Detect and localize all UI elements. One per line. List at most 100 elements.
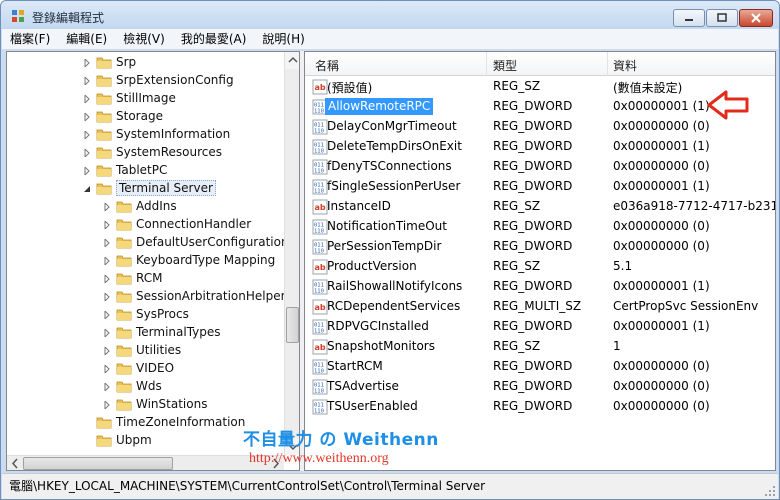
tree-item[interactable]: Srp [7,54,284,72]
tree-item[interactable]: Wds [7,378,284,396]
tree-item[interactable]: SystemResources [7,144,284,162]
value-name: DelayConMgrTimeout [327,119,457,133]
menu-help[interactable]: 說明(H) [254,30,312,49]
menu-favorites[interactable]: 我的最愛(A) [173,30,255,49]
tree-item[interactable]: VIDEO [7,360,284,378]
tree-item[interactable]: Storage [7,108,284,126]
tree-item[interactable]: RCM [7,270,284,288]
value-data: 0x00000000 (0) [613,219,710,233]
tree-expand-icon[interactable] [83,113,91,121]
value-name: RDPVGCInstalled [327,319,429,333]
tree-item-label: KeyboardType Mapping [136,253,276,267]
string-value-icon: ab [312,259,328,275]
tree-expand-icon[interactable] [103,221,111,229]
resize-grip-icon[interactable] [764,485,776,497]
scroll-up-button[interactable] [285,52,299,69]
tree-expand-icon[interactable] [83,59,91,67]
value-name: AllowRemoteRPC [325,98,434,115]
svg-text:ab: ab [315,203,326,212]
tree-item-label: Storage [116,109,163,123]
tree-expand-icon[interactable] [103,203,111,211]
value-row[interactable]: 011 110 fDenyTSConnections REG_DWORD 0x00000… [305,157,775,177]
tree-item[interactable]: SrpExtensionConfig [7,72,284,90]
menu-view[interactable]: 檢視(V) [115,30,173,49]
watermark-title: 不自量力 の Weithenn [243,430,439,450]
column-header-type[interactable]: 類型 [493,57,517,74]
folder-icon [116,363,132,375]
menu-bar: 檔案(F) 編輯(E) 檢視(V) 我的最愛(A) 說明(H) [2,29,778,50]
value-data: 0x00000001 (1) [613,179,710,193]
maximize-button[interactable] [706,9,738,27]
column-divider[interactable] [607,52,608,76]
tree-expand-icon[interactable] [103,383,111,391]
scroll-left-icon[interactable] [7,456,23,471]
tree-item[interactable]: AddIns [7,198,284,216]
menu-file[interactable]: 檔案(F) [2,30,58,49]
value-row[interactable]: ab RCDependentServices REG_MULTI_SZ CertPro… [305,297,775,317]
tree-expand-icon[interactable] [103,347,111,355]
tree-expand-icon[interactable] [103,257,111,265]
tree-item[interactable]: StillImage [7,90,284,108]
value-row[interactable]: 011 110 DeleteTempDirsOnExit REG_DWORD 0x000… [305,137,775,157]
tree-expand-icon[interactable] [103,293,111,301]
value-data: 0x00000001 (1) [613,279,710,293]
value-row[interactable]: ab InstanceID REG_SZ e036a918-7712-4717-b23… [305,197,775,217]
tree-vertical-scroll-thumb[interactable] [286,307,299,343]
tree-item[interactable]: SystemInformation [7,126,284,144]
tree-expand-icon[interactable] [83,149,91,157]
column-header-name[interactable]: 名稱 [315,57,339,74]
tree-expand-icon[interactable] [83,167,91,175]
tree-item[interactable]: TabletPC [7,162,284,180]
tree-expand-icon[interactable] [103,311,111,319]
value-row[interactable]: 011 110 TSUserEnabled REG_DWORD 0x00000000 (… [305,397,775,417]
tree-item[interactable]: DefaultUserConfiguration [7,234,289,252]
value-row[interactable]: 011 110 NotificationTimeOut REG_DWORD 0x0000… [305,217,775,237]
title-bar[interactable]: 登錄編輯程式 [1,1,779,29]
tree-collapse-icon[interactable] [83,185,91,193]
tree-item[interactable]: SessionArbitrationHelper [7,288,286,306]
tree-horizontal-scroll-thumb[interactable] [23,457,173,470]
tree-expand-icon[interactable] [103,329,111,337]
value-row[interactable]: 011 110 RailShowallNotifyIcons REG_DWORD 0x0… [305,277,775,297]
tree-expand-icon[interactable] [83,77,91,85]
binary-value-icon: 011110 [312,219,328,235]
value-row[interactable]: 011 110 StartRCM REG_DWORD 0x00000000 (0) [305,357,775,377]
folder-icon [96,111,112,123]
value-row[interactable]: ab ProductVersion REG_SZ 5.1 [305,257,775,277]
value-row[interactable]: 011 110 RDPVGCInstalled REG_DWORD 0x00000001… [305,317,775,337]
tree-item-label: SystemResources [116,145,223,159]
column-divider[interactable] [486,52,487,76]
value-data: (數值未設定) [613,81,683,95]
value-row[interactable]: 011 110 PerSessionTempDir REG_DWORD 0x000000… [305,237,775,257]
tree-expand-icon[interactable] [103,239,111,247]
tree-item[interactable]: ConnectionHandler [7,216,284,234]
tree-item[interactable]: Utilities [7,342,284,360]
tree-expand-icon[interactable] [103,275,111,283]
tree-vertical-scrollbar[interactable] [284,52,299,455]
value-data: 1 [613,339,621,353]
tree-item-label: SrpExtensionConfig [116,73,234,87]
menu-edit[interactable]: 編輯(E) [58,30,115,49]
tree-horizontal-scrollbar[interactable] [7,455,284,471]
value-name: (預設值) [327,81,373,95]
tree-item[interactable]: KeyboardType Mapping [7,252,284,270]
tree-item[interactable]: WinStations [7,396,284,414]
tree-expand-icon[interactable] [83,131,91,139]
value-row[interactable]: 011 110 fSingleSessionPerUser REG_DWORD 0x00… [305,177,775,197]
column-header-data[interactable]: 資料 [613,57,637,74]
svg-text:110: 110 [314,409,324,415]
close-button[interactable] [739,9,773,27]
value-row[interactable]: 011 110 TSAdvertise REG_DWORD 0x00000000 (0) [305,377,775,397]
string-value-icon: ab [312,79,328,95]
tree-expand-icon[interactable] [103,365,111,373]
tree-expand-icon[interactable] [103,401,111,409]
svg-text:110: 110 [314,369,324,375]
value-row[interactable]: ab SnapshotMonitors REG_SZ 1 [305,337,775,357]
value-data: 0x00000000 (0) [613,159,710,173]
tree-item[interactable]: TerminalTypes [7,324,284,342]
tree-expand-icon[interactable] [83,95,91,103]
tree-item[interactable]: Terminal Server [7,180,284,198]
minimize-button[interactable] [673,9,705,27]
folder-icon [116,201,132,213]
tree-item[interactable]: SysProcs [7,306,284,324]
